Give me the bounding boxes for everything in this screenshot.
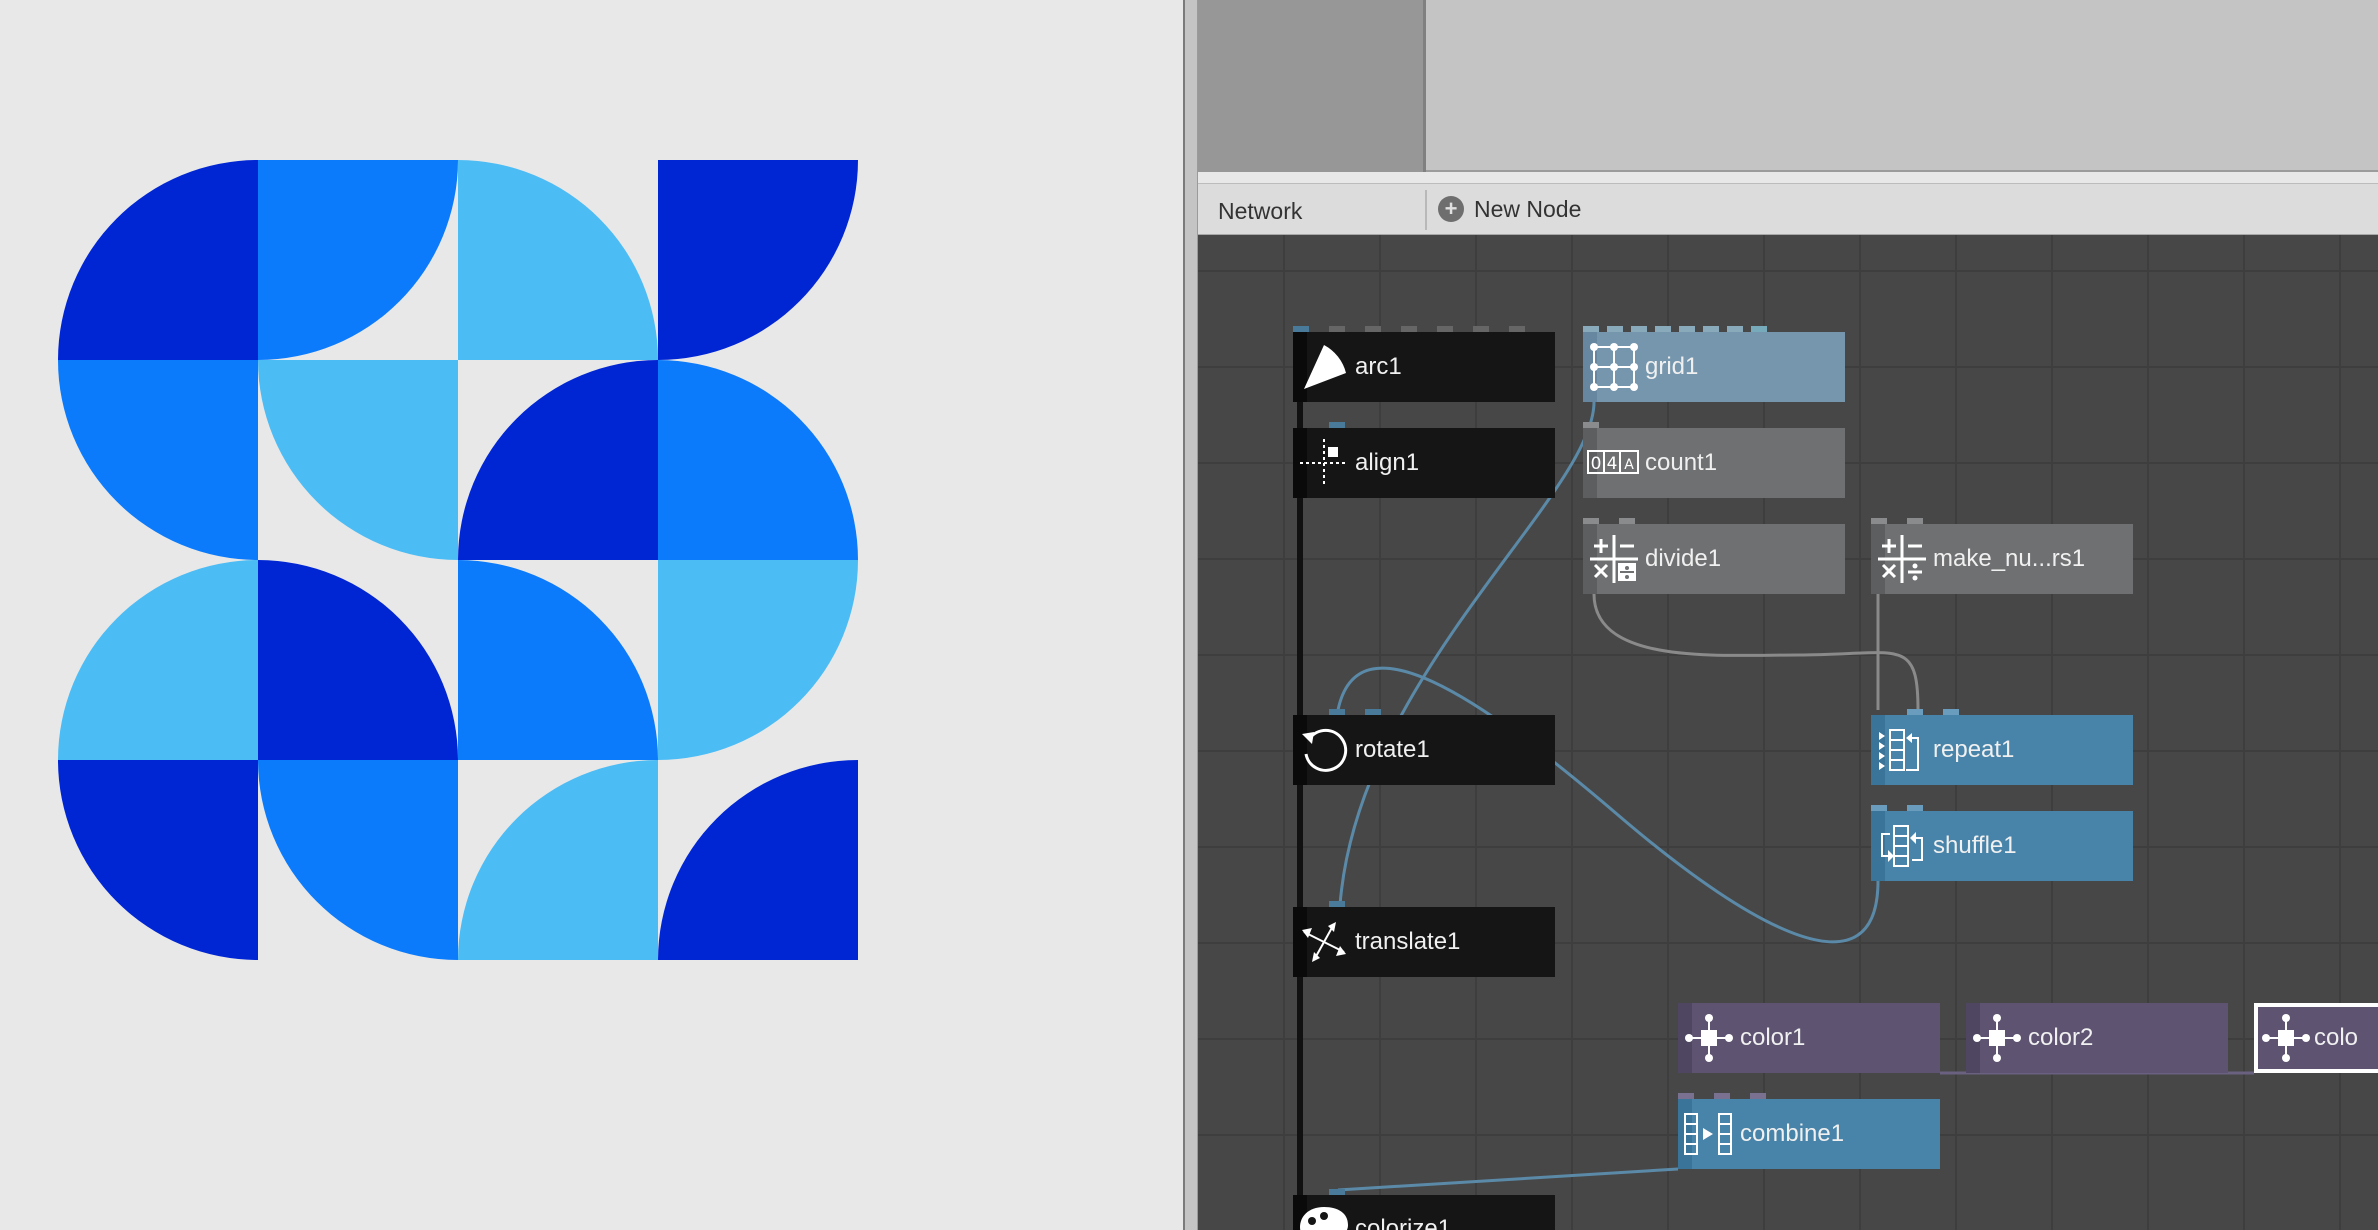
plus-circle-icon: + bbox=[1438, 196, 1464, 222]
network-header: Network + New Node bbox=[1198, 183, 2378, 235]
right-panel: Network + New Node arc1 grid1 align1 0 4… bbox=[1198, 0, 2378, 1230]
svg-text:A: A bbox=[1624, 457, 1634, 473]
repeat-icon bbox=[1871, 715, 1933, 785]
node-translate1[interactable]: translate1 bbox=[1293, 901, 1555, 977]
properties-sidebar bbox=[1198, 0, 1426, 172]
node-arc1[interactable]: arc1 bbox=[1293, 326, 1555, 402]
color-node-icon bbox=[2258, 1003, 2314, 1073]
color-node-icon bbox=[1678, 1003, 1740, 1073]
rotate-icon bbox=[1293, 715, 1355, 785]
wire-divide-to-repeat bbox=[1592, 593, 1920, 711]
panel-splitter[interactable] bbox=[1183, 0, 1198, 1230]
node-colorize1[interactable]: colorize1 bbox=[1293, 1189, 1555, 1230]
math-icon bbox=[1871, 524, 1933, 594]
node-make-numbers1[interactable]: make_nu...rs1 bbox=[1871, 518, 2133, 594]
node-label: arc1 bbox=[1355, 353, 1402, 380]
node-label: combine1 bbox=[1740, 1120, 1845, 1147]
node-label: color1 bbox=[1740, 1024, 1806, 1051]
pattern-tile bbox=[58, 160, 258, 360]
pattern-tile bbox=[458, 160, 658, 360]
node-divide1[interactable]: divide1 bbox=[1583, 518, 1845, 594]
combine-icon bbox=[1678, 1099, 1740, 1169]
pattern-tile bbox=[658, 760, 858, 960]
node-label: align1 bbox=[1355, 449, 1420, 476]
node-align1[interactable]: align1 bbox=[1293, 422, 1555, 498]
viewer-canvas bbox=[58, 160, 858, 960]
viewer-panel[interactable] bbox=[0, 0, 1183, 1230]
pattern-tile bbox=[458, 360, 658, 560]
node-label: rotate1 bbox=[1355, 736, 1430, 763]
pattern-tile bbox=[58, 560, 258, 760]
pattern-tile bbox=[658, 560, 858, 760]
node-label: grid1 bbox=[1645, 353, 1699, 380]
pattern-tile bbox=[258, 360, 458, 560]
pattern-tile bbox=[458, 560, 658, 760]
node-label: divide1 bbox=[1645, 545, 1722, 572]
node-label: repeat1 bbox=[1933, 736, 2015, 763]
node-rotate1[interactable]: rotate1 bbox=[1293, 709, 1555, 785]
wire-combine-to-colorize bbox=[1337, 1167, 1679, 1192]
new-node-button[interactable]: + New Node bbox=[1438, 192, 1581, 226]
node-label: color2 bbox=[2028, 1024, 2094, 1051]
node-label: colo bbox=[2314, 1024, 2359, 1051]
node-color3-selected[interactable]: colo bbox=[2254, 1003, 2378, 1073]
shuffle-icon bbox=[1871, 811, 1933, 881]
node-shuffle1[interactable]: shuffle1 bbox=[1871, 805, 2133, 881]
svg-text:4: 4 bbox=[1607, 454, 1618, 474]
align-icon bbox=[1293, 428, 1355, 498]
pattern-tile bbox=[58, 360, 258, 560]
node-label: make_nu...rs1 bbox=[1933, 545, 2086, 572]
network-title: Network bbox=[1218, 198, 1303, 224]
node-color2[interactable]: color2 bbox=[1966, 1003, 2228, 1073]
node-color1[interactable]: color1 bbox=[1678, 1003, 1940, 1073]
node-grid1[interactable]: grid1 bbox=[1583, 326, 1845, 402]
node-label: translate1 bbox=[1355, 928, 1461, 955]
pattern-tile bbox=[258, 760, 458, 960]
pattern-tile bbox=[458, 760, 658, 960]
translate-icon bbox=[1293, 907, 1355, 977]
palette-icon bbox=[1293, 1195, 1355, 1230]
node-repeat1[interactable]: repeat1 bbox=[1871, 709, 2133, 785]
pattern-tile bbox=[58, 760, 258, 960]
pattern-tile bbox=[658, 360, 858, 560]
grid-icon bbox=[1583, 332, 1645, 402]
node-count1[interactable]: 04A count1 bbox=[1583, 422, 1845, 498]
pattern-tile bbox=[258, 560, 458, 760]
properties-panel bbox=[1198, 0, 2378, 172]
node-label: count1 bbox=[1645, 449, 1718, 476]
node-label: shuffle1 bbox=[1933, 832, 2017, 859]
new-node-label: New Node bbox=[1474, 195, 1582, 222]
count-icon: 04A bbox=[1583, 428, 1645, 498]
pattern-tile bbox=[258, 160, 458, 360]
divide-icon bbox=[1583, 524, 1645, 594]
color-node-icon bbox=[1966, 1003, 2028, 1073]
header-divider bbox=[1425, 190, 1427, 230]
app-window: Network + New Node arc1 grid1 align1 0 4… bbox=[0, 0, 2378, 1230]
node-label: colorize1 bbox=[1355, 1215, 1452, 1230]
arc-icon bbox=[1293, 332, 1355, 402]
svg-text:0: 0 bbox=[1591, 454, 1602, 474]
pattern-tile bbox=[658, 160, 858, 360]
network-canvas[interactable]: arc1 grid1 align1 0 4 A count1 divide1 m… bbox=[1198, 235, 2378, 1230]
node-combine1[interactable]: combine1 bbox=[1678, 1093, 1940, 1169]
